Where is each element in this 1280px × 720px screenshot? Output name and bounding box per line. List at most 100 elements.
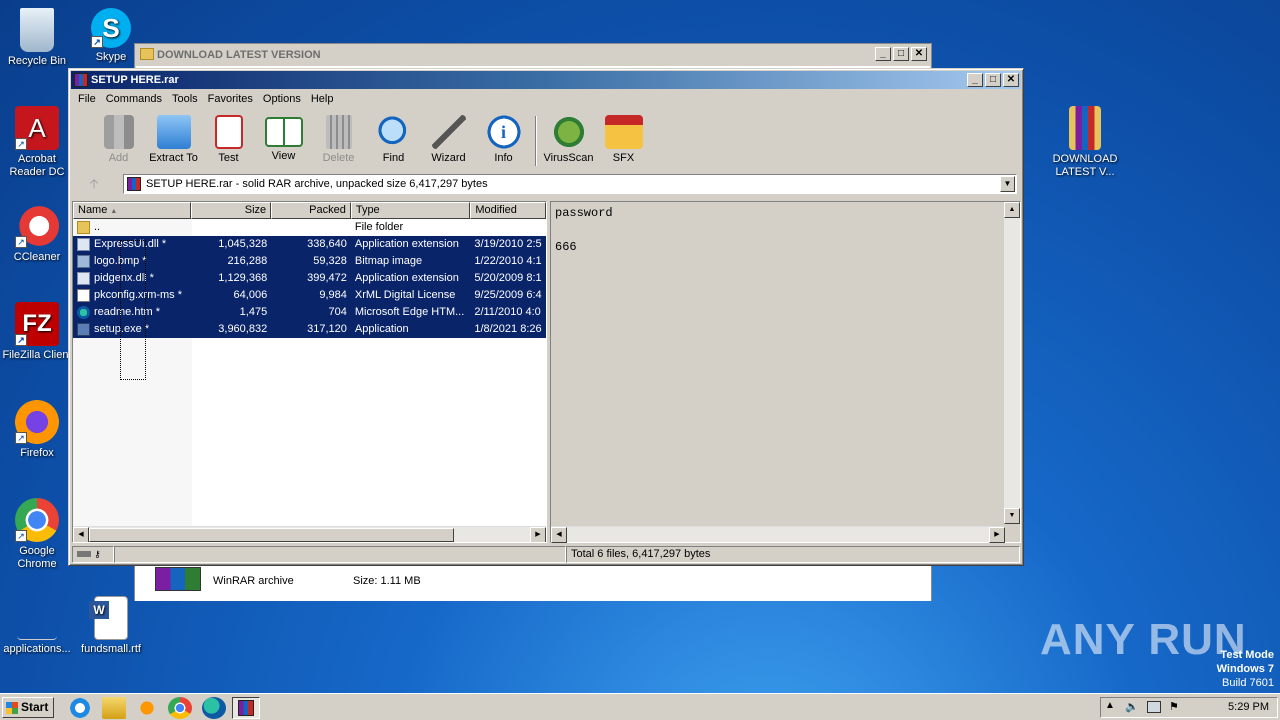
desktop-icon-download-latest[interactable]: DOWNLOAD LATEST V... [1048, 106, 1122, 179]
blank-file-icon [17, 596, 57, 640]
menu-favorites[interactable]: Favorites [203, 90, 258, 108]
media-player-icon[interactable] [135, 697, 159, 719]
desktop-icon-recycle-bin[interactable]: Recycle Bin [0, 8, 74, 68]
table-row[interactable]: .. File folder [73, 219, 546, 236]
start-button[interactable]: Start [2, 697, 54, 718]
desktop-icon-ccleaner[interactable]: ↗ CCleaner [0, 204, 74, 264]
minimize-button[interactable]: _ [875, 47, 891, 61]
column-header-name[interactable]: Name ▲ [73, 202, 192, 219]
toolbar-delete-button[interactable]: Delete [311, 112, 366, 170]
details-pane: WinRAR archive Size: 1.11 MB [135, 564, 931, 601]
license-file-icon [77, 289, 90, 302]
desktop-icon-fundsmall[interactable]: W fundsmall.rtf [74, 596, 148, 656]
toolbar-separator [535, 116, 537, 166]
taskbar: Start ▲ 🔈 ⚑ 5:29 PM [0, 693, 1280, 720]
action-center-flag-icon[interactable]: ⚑ [1169, 700, 1179, 713]
scroll-right-icon[interactable]: ▶ [989, 527, 1005, 543]
toolbar-extract-to-button[interactable]: Extract To [146, 112, 201, 170]
horizontal-scrollbar[interactable]: ◀ ▶ [551, 526, 1005, 543]
menu-tools[interactable]: Tools [167, 90, 203, 108]
file-list[interactable]: Name ▲ Size Packed Type Modified .. File… [72, 201, 547, 543]
column-header-size[interactable]: Size [191, 202, 272, 219]
winrar-app-icon [74, 73, 88, 87]
toolbar-info-button[interactable]: i Info [476, 112, 531, 170]
toolbar-wizard-button[interactable]: Wizard [421, 112, 476, 170]
internet-explorer-icon[interactable] [68, 697, 92, 719]
shortcut-arrow-icon: ↗ [15, 530, 27, 542]
close-button[interactable]: ✕ [911, 47, 927, 61]
toolbar-add-button[interactable]: Add [91, 112, 146, 170]
desktop-icon-firefox[interactable]: ↗ Firefox [0, 400, 74, 460]
desktop-icon-applications[interactable]: applications... [0, 596, 74, 656]
trash-icon [325, 115, 352, 149]
desktop-icon-label: Acrobat Reader DC [9, 153, 65, 178]
scroll-up-icon[interactable]: ▲ [1004, 202, 1020, 218]
desktop-icon-label: applications... [3, 643, 71, 655]
status-bar: ⚷ Total 6 files, 6,417,297 bytes [72, 546, 1020, 563]
scroll-left-icon[interactable]: ◀ [73, 527, 89, 542]
up-folder-button[interactable]: 🡡 [77, 175, 111, 193]
toolbar-virusscan-button[interactable]: VirusScan [541, 112, 596, 170]
shortcut-arrow-icon: ↗ [15, 334, 27, 346]
toolbar-sfx-button[interactable]: SFX [596, 112, 651, 170]
minimize-button[interactable]: _ [967, 73, 983, 87]
winrar-titlebar[interactable]: SETUP HERE.rar _ □ ✕ [71, 71, 1021, 89]
chrome-taskbar-icon[interactable] [168, 697, 192, 719]
column-header-modified[interactable]: Modified [470, 202, 546, 219]
winrar-app-icon [238, 700, 254, 716]
column-header-type[interactable]: Type [350, 202, 471, 219]
archive-comment-text: password 666 [555, 206, 613, 254]
scroll-down-icon[interactable]: ▼ [1004, 508, 1020, 524]
shortcut-arrow-icon: ↗ [15, 432, 27, 444]
menu-file[interactable]: File [73, 90, 101, 108]
taskbar-clock[interactable]: 5:29 PM [1228, 698, 1269, 717]
desktop-icon-label: Google Chrome [17, 545, 57, 570]
archive-comment-pane[interactable]: password 666 ▲ ▼ ◀ ▶ [550, 201, 1021, 543]
toolbar-view-button[interactable]: View [256, 112, 311, 170]
folder-up-icon [77, 221, 90, 234]
maximize-button[interactable]: □ [985, 73, 1001, 87]
system-tray: ▲ 🔈 ⚑ 5:29 PM [1100, 697, 1278, 718]
maximize-button[interactable]: □ [893, 47, 909, 61]
toolbar-test-button[interactable]: Test [201, 112, 256, 170]
windows-flag-icon [6, 702, 18, 714]
desktop-icon-label: CCleaner [13, 251, 61, 263]
selection-marquee [120, 240, 146, 380]
menu-bar: File Commands Tools Favorites Options He… [73, 90, 338, 108]
network-icon[interactable] [1147, 701, 1161, 713]
winrar-archive-icon [127, 177, 141, 191]
column-header-packed[interactable]: Packed [271, 202, 351, 219]
archive-path-text: SETUP HERE.rar - solid RAR archive, unpa… [146, 178, 488, 190]
recycle-bin-icon [20, 8, 54, 52]
vertical-scrollbar[interactable]: ▲ ▼ [1004, 202, 1020, 524]
desktop-icon-label: Firefox [20, 447, 54, 459]
menu-help[interactable]: Help [306, 90, 339, 108]
item-type: WinRAR archive [213, 575, 294, 587]
scroll-right-icon[interactable]: ▶ [530, 527, 546, 542]
desktop-icon-label: FileZilla Client [2, 349, 72, 361]
address-row: 🡡 SETUP HERE.rar - solid RAR archive, un… [75, 173, 1017, 195]
background-window-titlebar[interactable]: DOWNLOAD LATEST VERSION _ □ ✕ [135, 44, 931, 66]
background-window-title: DOWNLOAD LATEST VERSION [157, 49, 321, 61]
chevron-down-icon[interactable]: ▼ [1000, 176, 1015, 192]
menu-commands[interactable]: Commands [101, 90, 167, 108]
desktop-icon-filezilla[interactable]: FZ ↗ FileZilla Client [0, 302, 74, 362]
show-hidden-icons-chevron-icon[interactable]: ▲ [1105, 700, 1115, 711]
ccleaner-icon: ↗ [15, 204, 59, 248]
volume-icon[interactable]: 🔈 [1125, 700, 1139, 713]
desktop-icon-chrome[interactable]: ↗ Google Chrome [0, 498, 74, 571]
winrar-taskbar-button[interactable] [232, 697, 260, 719]
winrar-window[interactable]: SETUP HERE.rar _ □ ✕ File Commands Tools… [68, 68, 1024, 566]
explorer-folder-icon[interactable] [102, 697, 126, 719]
menu-options[interactable]: Options [258, 90, 306, 108]
toolbar-find-button[interactable]: Find [366, 112, 421, 170]
edge-taskbar-icon[interactable] [202, 697, 226, 719]
horizontal-scrollbar[interactable]: ◀ ▶ [73, 526, 546, 542]
close-button[interactable]: ✕ [1003, 73, 1019, 87]
scrollbar-thumb[interactable] [89, 528, 454, 542]
desktop-icon-acrobat[interactable]: A ↗ Acrobat Reader DC [0, 106, 74, 179]
exe-file-icon [77, 323, 90, 336]
status-drive-cell[interactable]: ⚷ [72, 546, 114, 563]
archive-path-combobox[interactable]: SETUP HERE.rar - solid RAR archive, unpa… [123, 174, 1017, 194]
scroll-left-icon[interactable]: ◀ [551, 527, 567, 543]
